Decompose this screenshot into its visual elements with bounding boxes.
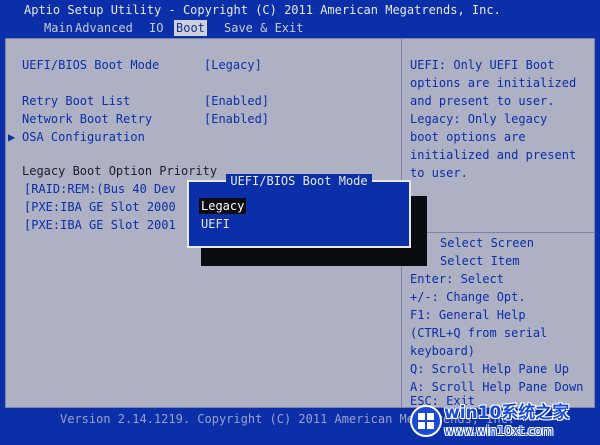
help-line: to user. — [410, 166, 468, 180]
key-hint: Q: Scroll Help Pane Up — [410, 362, 569, 376]
boot-mode-value[interactable]: [Legacy] — [204, 57, 262, 73]
popup-option-legacy[interactable]: Legacy — [199, 198, 247, 214]
tab-save-exit[interactable]: Save & Exit — [222, 20, 305, 36]
watermark: win10系统之家 www.win10xt.com — [410, 403, 590, 443]
key-hint: Select Item — [440, 254, 520, 268]
legacy-boot-priority-heading: Legacy Boot Option Priority — [22, 164, 218, 178]
retry-boot-list-item[interactable]: Retry Boot List — [22, 93, 130, 109]
boot-mode-item[interactable]: UEFI/BIOS Boot Mode — [22, 57, 159, 73]
boot-option-3[interactable]: [PXE:IBA GE Slot 2001 — [24, 217, 176, 233]
popup-title-wrap: UEFI/BIOS Boot Mode — [189, 173, 409, 189]
tab-advanced[interactable]: Advanced — [73, 20, 135, 36]
submenu-arrow-icon: ▶ — [8, 130, 16, 144]
key-hint: F1: General Help — [410, 308, 526, 322]
help-line: boot options are — [410, 130, 526, 144]
network-boot-retry-item[interactable]: Network Boot Retry — [22, 111, 152, 127]
help-line: and present to user. — [410, 94, 555, 108]
tab-bar: Main Advanced IO Boot Save & Exit — [0, 18, 600, 38]
boot-option-2[interactable]: [PXE:IBA GE Slot 2000 — [24, 199, 176, 215]
help-divider — [402, 232, 594, 233]
key-hint: +/-: Change Opt. — [410, 290, 526, 304]
boot-option-1[interactable]: [RAID:REM:(Bus 40 Dev — [24, 181, 176, 197]
windows-logo-icon — [410, 405, 442, 437]
key-hint: keyboard) — [410, 344, 476, 358]
network-boot-retry-value[interactable]: [Enabled] — [204, 111, 269, 127]
watermark-url: www.win10xt.com — [444, 424, 554, 438]
title-bar: Aptio Setup Utility - Copyright (C) 2011… — [0, 0, 600, 18]
tab-boot[interactable]: Boot — [174, 20, 207, 36]
help-line: options are initialized — [410, 76, 577, 90]
key-hint: (CTRL+Q from serial — [410, 326, 548, 340]
popup-option-uefi[interactable]: UEFI — [201, 216, 230, 232]
help-pane: UEFI: Only UEFI Boot options are initial… — [402, 39, 594, 408]
retry-boot-list-value[interactable]: [Enabled] — [204, 93, 269, 109]
help-line: UEFI: Only UEFI Boot — [410, 58, 555, 72]
tab-io[interactable]: IO — [147, 20, 165, 36]
help-line: initialized and present — [410, 148, 577, 162]
app-title: Aptio Setup Utility - Copyright (C) 2011… — [24, 3, 501, 17]
popup-title: UEFI/BIOS Boot Mode — [226, 174, 372, 188]
tab-main[interactable]: Main — [42, 20, 75, 36]
boot-mode-popup: UEFI/BIOS Boot Mode Legacy UEFI — [187, 174, 411, 248]
watermark-title: win10系统之家 — [444, 403, 570, 423]
key-hint: Select Screen — [440, 236, 534, 250]
osa-configuration-item[interactable]: OSA Configuration — [22, 129, 145, 145]
help-line: Legacy: Only legacy — [410, 112, 548, 126]
key-hint: Enter: Select — [410, 272, 504, 286]
